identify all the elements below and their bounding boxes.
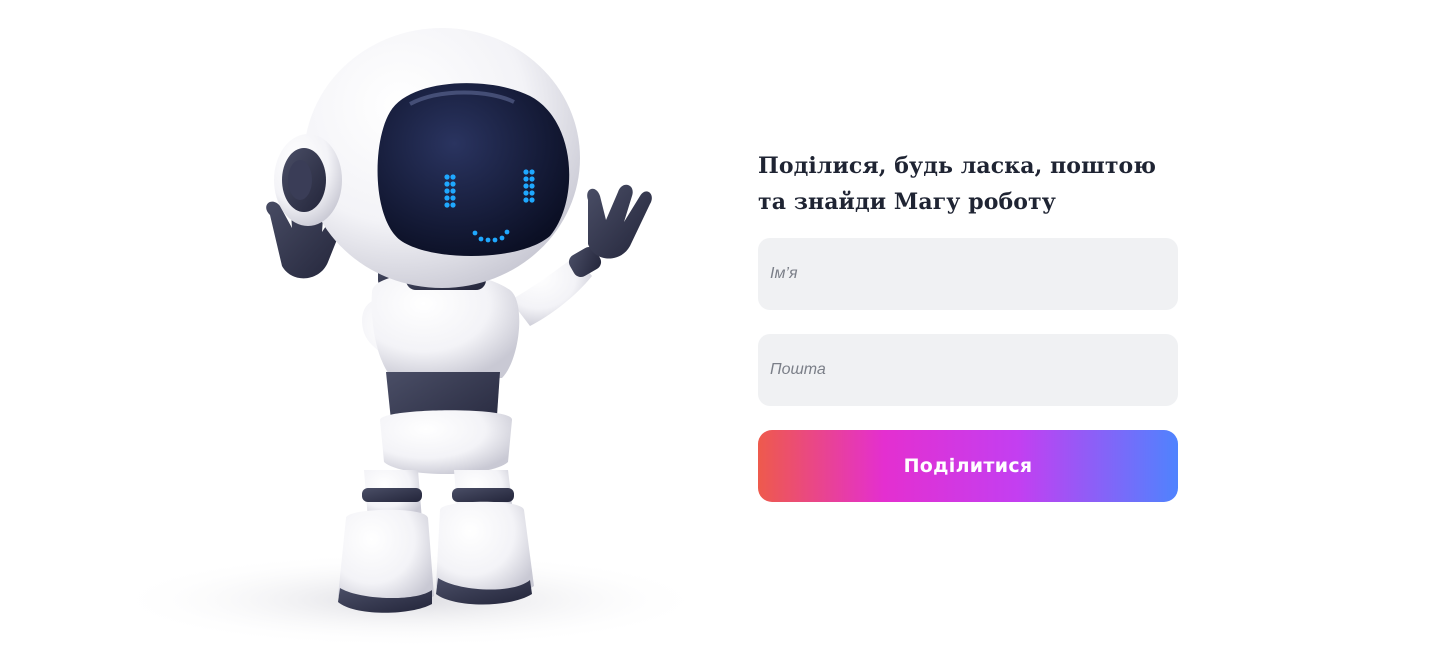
robot-illustration xyxy=(110,0,710,648)
email-input[interactable] xyxy=(758,334,1178,406)
name-input[interactable] xyxy=(758,238,1178,310)
share-button[interactable]: Поділитися xyxy=(758,430,1178,502)
robot-mascot-icon xyxy=(110,28,710,648)
page: Поділися, будь ласка, поштою та знайди М… xyxy=(0,0,1440,648)
form-title: Поділися, будь ласка, поштою та знайди М… xyxy=(758,148,1178,220)
form-title-line-1: Поділися, будь ласка, поштою xyxy=(758,153,1156,179)
form-title-line-2: та знайди Магу роботу xyxy=(758,189,1056,215)
signup-form: Поділися, будь ласка, поштою та знайди М… xyxy=(758,148,1178,502)
